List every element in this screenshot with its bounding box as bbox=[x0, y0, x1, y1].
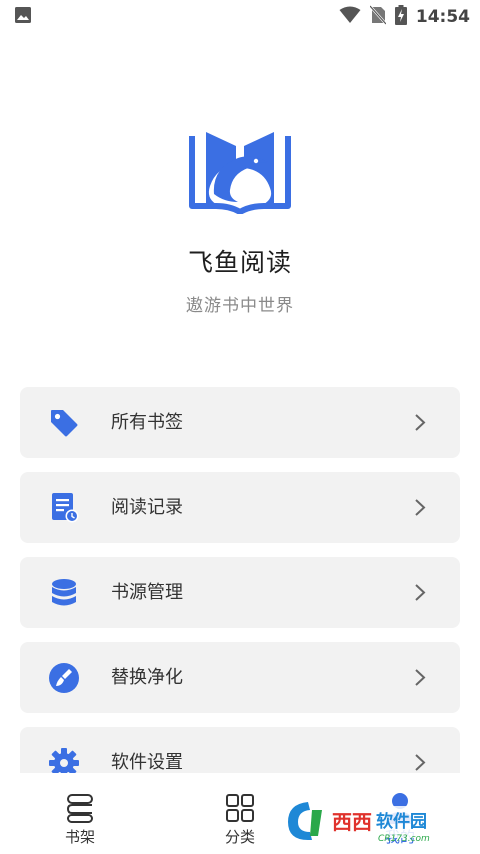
watermark-logo: 西西 软件园 CR173.com bbox=[280, 796, 470, 846]
menu-item-label: 所有书签 bbox=[111, 412, 183, 433]
chevron-right-icon bbox=[414, 583, 426, 602]
brush-circle-icon bbox=[48, 662, 80, 694]
gear-icon bbox=[48, 747, 80, 773]
svg-text:CR173.com: CR173.com bbox=[378, 834, 430, 844]
no-sim-icon bbox=[368, 5, 387, 29]
menu-item-label: 替换净化 bbox=[111, 667, 183, 688]
chevron-right-icon bbox=[414, 668, 426, 687]
menu-list: 所有书签 阅读记录 书源管理 替换净化 软件设置 bbox=[20, 387, 460, 773]
menu-item-book-sources[interactable]: 书源管理 bbox=[20, 557, 460, 628]
nav-tab-bookshelf[interactable]: 书架 bbox=[0, 774, 160, 854]
nav-tab-label: 书架 bbox=[64, 828, 95, 846]
menu-item-label: 软件设置 bbox=[111, 752, 183, 773]
database-icon bbox=[48, 577, 80, 609]
image-notification-icon bbox=[14, 6, 32, 28]
app-logo bbox=[186, 128, 294, 215]
menu-item-replace-purify[interactable]: 替换净化 bbox=[20, 642, 460, 713]
wifi-icon bbox=[339, 6, 361, 28]
bookshelf-icon bbox=[64, 792, 96, 824]
chevron-right-icon bbox=[414, 753, 426, 772]
document-clock-icon bbox=[48, 492, 80, 524]
menu-item-reading-history[interactable]: 阅读记录 bbox=[20, 472, 460, 543]
tag-icon bbox=[48, 407, 80, 439]
app-name: 飞鱼阅读 bbox=[187, 248, 292, 277]
menu-item-label: 书源管理 bbox=[111, 582, 183, 603]
menu-item-bookmarks[interactable]: 所有书签 bbox=[20, 387, 460, 458]
chevron-right-icon bbox=[414, 413, 426, 432]
chevron-right-icon bbox=[414, 498, 426, 517]
menu-item-settings[interactable]: 软件设置 bbox=[20, 727, 460, 773]
status-bar: 14:54 bbox=[0, 0, 480, 34]
battery-charging-icon bbox=[394, 5, 407, 29]
svg-text:西西: 西西 bbox=[332, 810, 372, 834]
status-time: 14:54 bbox=[415, 7, 470, 27]
menu-item-label: 阅读记录 bbox=[111, 497, 183, 518]
grid-icon bbox=[224, 792, 256, 824]
svg-text:软件园: 软件园 bbox=[376, 811, 427, 832]
app-slogan: 遨游书中世界 bbox=[186, 296, 294, 316]
